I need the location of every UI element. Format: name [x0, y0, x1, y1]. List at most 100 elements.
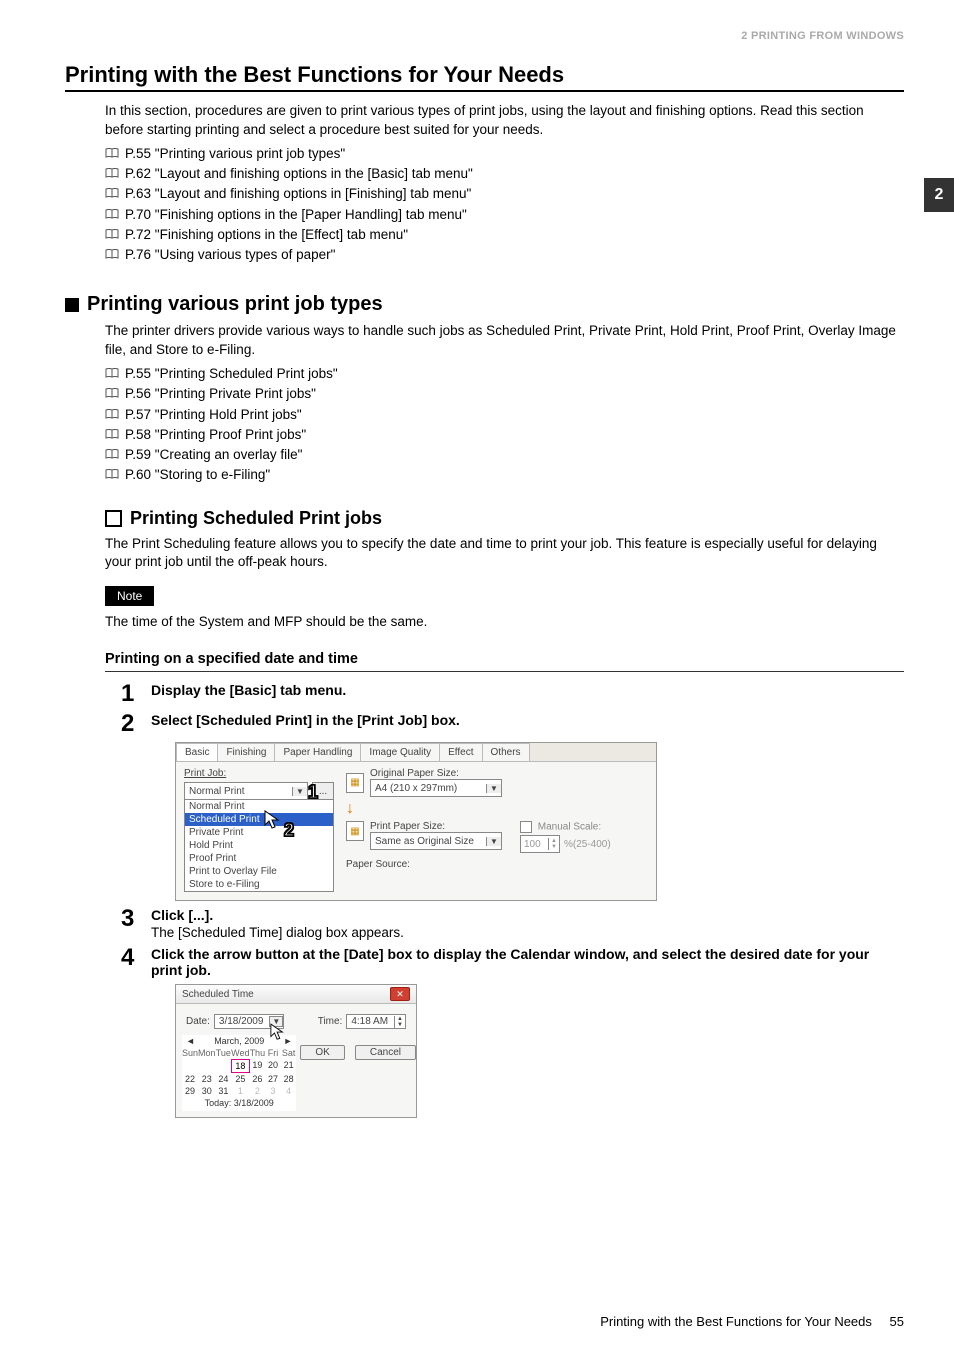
cancel-button[interactable]: Cancel	[355, 1045, 416, 1060]
book-icon	[105, 209, 119, 219]
book-icon	[105, 188, 119, 198]
date-label: Date:	[186, 1016, 210, 1027]
ok-button[interactable]: OK	[300, 1045, 344, 1060]
calendar-today-label[interactable]: Today: 3/18/2009	[182, 1097, 296, 1111]
calendar-day[interactable]: 24	[216, 1073, 232, 1085]
time-value: 4:18 AM	[351, 1016, 388, 1027]
calendar-dow: Wed	[231, 1047, 249, 1059]
calendar-day[interactable]: 25	[231, 1073, 249, 1085]
reference-text: P.60 "Storing to e-Filing"	[125, 465, 270, 485]
calendar-day[interactable]: 18	[231, 1059, 249, 1073]
chapter-side-tab: 2	[924, 178, 954, 212]
spinner-arrows-icon[interactable]: ▲▼	[394, 1016, 405, 1028]
calendar-prev-icon[interactable]: ◄	[186, 1036, 195, 1046]
calendar-day[interactable]: 2	[250, 1085, 266, 1097]
dialog-title: Scheduled Time	[182, 989, 254, 1000]
reference-link[interactable]: P.70 "Finishing options in the [Paper Ha…	[105, 205, 904, 225]
reference-link[interactable]: P.76 "Using various types of paper"	[105, 245, 904, 265]
calendar-day[interactable]: 23	[198, 1073, 216, 1085]
original-paper-size-value: A4 (210 x 297mm)	[371, 783, 486, 794]
calendar-day	[216, 1059, 232, 1073]
step-number-4: 4	[121, 946, 139, 970]
print-job-combo[interactable]: Normal Print ▼	[184, 782, 308, 800]
book-icon	[105, 368, 119, 378]
book-icon	[105, 469, 119, 479]
reference-link[interactable]: P.59 "Creating an overlay file"	[105, 445, 904, 465]
chevron-down-icon[interactable]: ▼	[486, 837, 501, 846]
calendar-day[interactable]: 31	[216, 1085, 232, 1097]
calendar-popup[interactable]: ◄ March, 2009 ► SunMonTueWedThuFriSat 18…	[182, 1035, 296, 1111]
dialog-tabs: BasicFinishingPaper HandlingImage Qualit…	[176, 743, 656, 762]
calendar-dow: Tue	[216, 1047, 232, 1059]
print-job-dropdown[interactable]: Normal PrintScheduled PrintPrivate Print…	[184, 799, 334, 892]
procedure-title: Printing on a specified date and time	[105, 651, 904, 667]
dialog-tab[interactable]: Basic	[176, 743, 218, 761]
book-icon	[105, 148, 119, 158]
calendar-day[interactable]: 22	[182, 1073, 198, 1085]
page-icon: ▦	[346, 773, 364, 793]
step-1: 1 Display the [Basic] tab menu.	[121, 682, 904, 706]
original-paper-size-select[interactable]: A4 (210 x 297mm) ▼	[370, 779, 502, 797]
reference-text: P.57 "Printing Hold Print jobs"	[125, 405, 302, 425]
calendar-day[interactable]: 20	[265, 1059, 281, 1073]
spinner-arrows-icon[interactable]: ▲▼	[548, 838, 559, 850]
dialog-tab[interactable]: Image Quality	[360, 743, 440, 761]
dropdown-option[interactable]: Proof Print	[185, 852, 333, 865]
time-field[interactable]: 4:18 AM ▲▼	[346, 1014, 406, 1029]
square-bullet-icon	[65, 298, 79, 312]
print-paper-size-select[interactable]: Same as Original Size ▼	[370, 832, 502, 850]
chevron-down-icon[interactable]: ▼	[486, 784, 501, 793]
calendar-day[interactable]: 1	[231, 1085, 249, 1097]
dropdown-option[interactable]: Print to Overlay File	[185, 865, 333, 878]
page-footer: Printing with the Best Functions for You…	[600, 1314, 904, 1329]
reference-text: P.58 "Printing Proof Print jobs"	[125, 425, 306, 445]
calendar-day[interactable]: 4	[281, 1085, 297, 1097]
dialog-tab[interactable]: Finishing	[217, 743, 275, 761]
book-icon	[105, 229, 119, 239]
reference-link[interactable]: P.58 "Printing Proof Print jobs"	[105, 425, 904, 445]
reference-link[interactable]: P.56 "Printing Private Print jobs"	[105, 384, 904, 404]
reference-link[interactable]: P.62 "Layout and finishing options in th…	[105, 164, 904, 184]
dropdown-option[interactable]: Store to e-Filing	[185, 878, 333, 891]
reference-link[interactable]: P.57 "Printing Hold Print jobs"	[105, 405, 904, 425]
chevron-down-icon[interactable]: ▼	[292, 787, 307, 796]
reference-link[interactable]: P.72 "Finishing options in the [Effect] …	[105, 225, 904, 245]
note-label: Note	[105, 586, 154, 606]
reference-link[interactable]: P.60 "Storing to e-Filing"	[105, 465, 904, 485]
calendar-day[interactable]: 19	[250, 1059, 266, 1073]
calendar-day[interactable]: 21	[281, 1059, 297, 1073]
manual-scale-checkbox[interactable]	[520, 821, 532, 833]
dialog-tab[interactable]: Effect	[439, 743, 482, 761]
dialog-tab[interactable]: Paper Handling	[274, 743, 361, 761]
dropdown-option[interactable]: Hold Print	[185, 839, 333, 852]
calendar-day[interactable]: 26	[250, 1073, 266, 1085]
footer-title: Printing with the Best Functions for You…	[600, 1314, 872, 1329]
manual-scale-spinner[interactable]: 100 ▲▼	[520, 835, 560, 853]
calendar-day[interactable]: 28	[281, 1073, 297, 1085]
calendar-day[interactable]: 3	[265, 1085, 281, 1097]
dropdown-option[interactable]: Private Print	[185, 826, 333, 839]
close-icon[interactable]: ✕	[390, 987, 410, 1001]
reference-list-1: P.55 "Printing various print job types"P…	[105, 144, 904, 266]
original-paper-size-label: Original Paper Size:	[370, 768, 502, 779]
dialog-tab[interactable]: Others	[482, 743, 530, 761]
book-icon	[105, 449, 119, 459]
print-job-label: Print Job:	[184, 768, 334, 779]
subsection-title-text: Printing Scheduled Print jobs	[130, 508, 382, 529]
down-arrow-icon: ↓	[346, 801, 354, 817]
reference-text: P.72 "Finishing options in the [Effect] …	[125, 225, 408, 245]
reference-link[interactable]: P.55 "Printing various print job types"	[105, 144, 904, 164]
step-4-title: Click the arrow button at the [Date] box…	[151, 946, 904, 978]
reference-link[interactable]: P.55 "Printing Scheduled Print jobs"	[105, 364, 904, 384]
calendar-day[interactable]: 29	[182, 1085, 198, 1097]
dropdown-option[interactable]: Scheduled Print	[185, 813, 333, 826]
reference-text: P.56 "Printing Private Print jobs"	[125, 384, 316, 404]
print-paper-size-value: Same as Original Size	[371, 836, 486, 847]
calendar-dow: Thu	[250, 1047, 266, 1059]
reference-link[interactable]: P.63 "Layout and finishing options in [F…	[105, 184, 904, 204]
hollow-square-bullet-icon	[105, 510, 122, 527]
callout-badge-1: 1	[308, 782, 318, 803]
calendar-day	[182, 1059, 198, 1073]
calendar-day[interactable]: 30	[198, 1085, 216, 1097]
calendar-day[interactable]: 27	[265, 1073, 281, 1085]
